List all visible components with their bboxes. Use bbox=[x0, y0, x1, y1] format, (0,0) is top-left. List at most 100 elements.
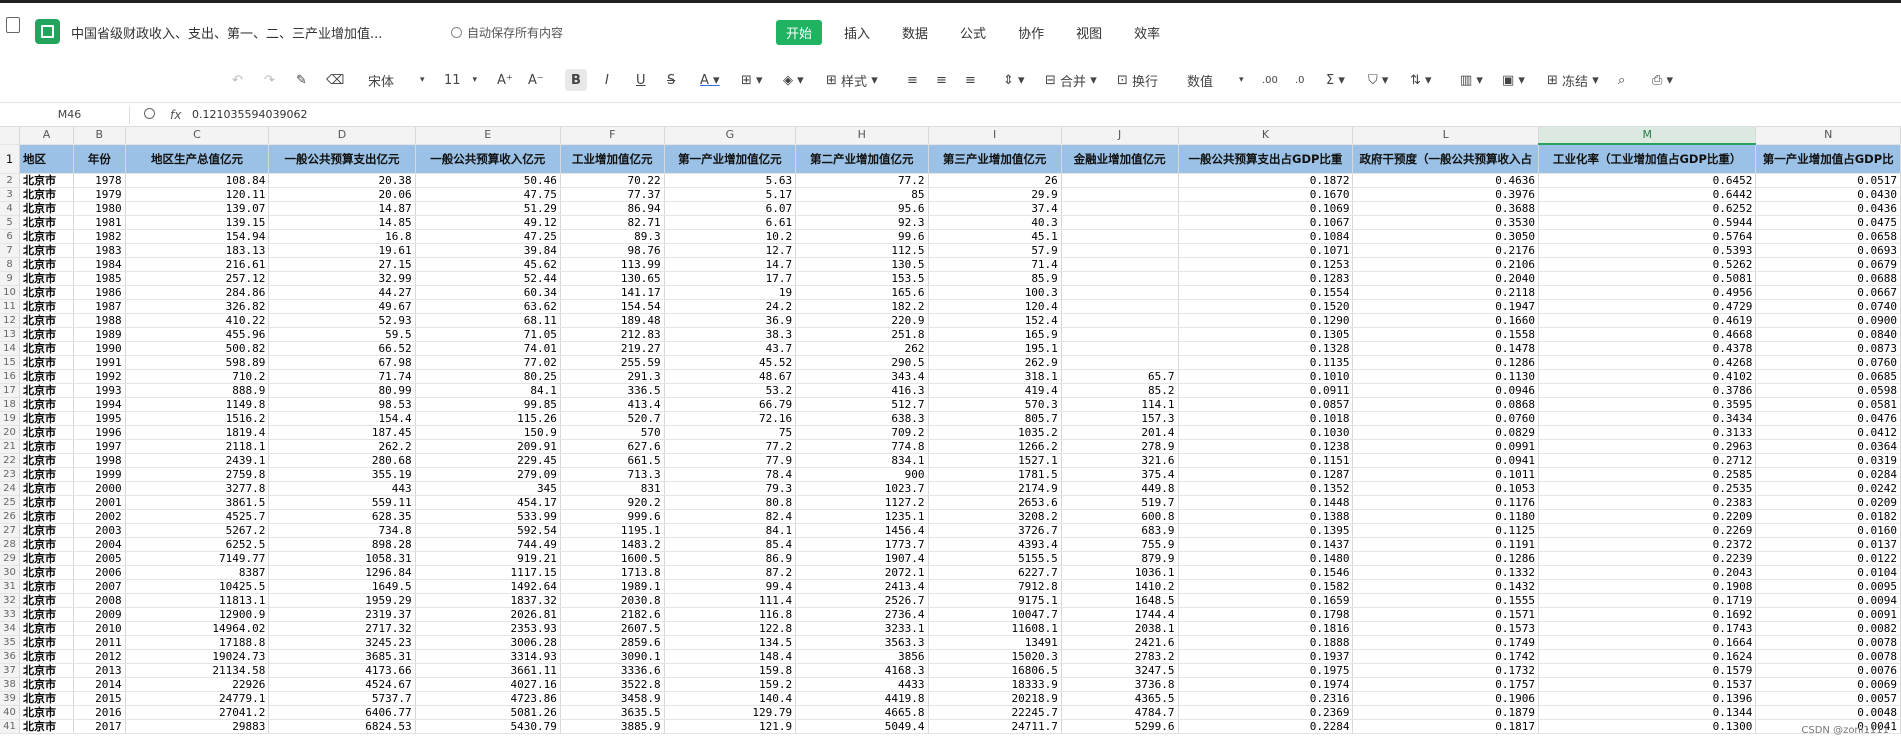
table-cell[interactable]: 6252.5 bbox=[125, 537, 270, 552]
table-cell[interactable]: 2182.6 bbox=[560, 607, 665, 622]
wrap-button[interactable]: ⊡ 换行 bbox=[1117, 69, 1158, 91]
table-cell[interactable]: 67.98 bbox=[268, 355, 416, 370]
table-cell[interactable]: 592.54 bbox=[415, 523, 561, 538]
table-cell[interactable]: 182.2 bbox=[795, 299, 929, 314]
table-cell[interactable]: 北京市 bbox=[19, 355, 74, 370]
table-cell[interactable] bbox=[1061, 215, 1179, 230]
row-number[interactable]: 8 bbox=[0, 257, 21, 272]
table-cell[interactable]: 0.5262 bbox=[1538, 257, 1757, 272]
table-cell[interactable]: 1195.1 bbox=[560, 523, 665, 538]
table-cell[interactable]: 0.0104 bbox=[1755, 565, 1901, 580]
table-cell[interactable]: 0.3976 bbox=[1352, 187, 1539, 202]
table-cell[interactable]: 0.1743 bbox=[1538, 621, 1757, 636]
table-cell[interactable]: 27041.2 bbox=[125, 705, 270, 720]
image-icon[interactable]: ▣ ▾ bbox=[1502, 69, 1525, 91]
table-cell[interactable]: 0.0078 bbox=[1755, 649, 1901, 664]
header-cell[interactable]: 第三产业增加值亿元 bbox=[928, 144, 1062, 174]
table-cell[interactable]: 92.3 bbox=[795, 215, 929, 230]
row-number[interactable]: 14 bbox=[0, 341, 21, 356]
table-cell[interactable]: 4524.67 bbox=[268, 677, 416, 692]
table-cell[interactable]: 11608.1 bbox=[928, 621, 1062, 636]
sort-icon[interactable]: ⇅ ▾ bbox=[1410, 69, 1432, 91]
row-number[interactable]: 16 bbox=[0, 369, 21, 384]
table-cell[interactable]: 北京市 bbox=[19, 411, 74, 426]
table-cell[interactable]: 5737.7 bbox=[268, 691, 416, 706]
table-cell[interactable]: 47.75 bbox=[415, 187, 561, 202]
table-cell[interactable]: 1989 bbox=[73, 327, 126, 342]
table-cell[interactable]: 0.1974 bbox=[1178, 677, 1354, 692]
table-cell[interactable]: 0.1135 bbox=[1178, 355, 1354, 370]
clear-format-icon[interactable]: ⌫ bbox=[326, 69, 344, 91]
table-cell[interactable]: 0.2535 bbox=[1538, 481, 1757, 496]
table-cell[interactable]: 14.7 bbox=[664, 257, 797, 272]
table-cell[interactable]: 0.0685 bbox=[1755, 369, 1901, 384]
table-cell[interactable]: 1127.2 bbox=[795, 495, 929, 510]
table-cell[interactable]: 4723.86 bbox=[415, 691, 561, 706]
table-cell[interactable]: 755.9 bbox=[1061, 537, 1179, 552]
table-cell[interactable]: 51.29 bbox=[415, 201, 561, 216]
table-cell[interactable]: 0.5081 bbox=[1538, 271, 1757, 286]
row-number[interactable]: 19 bbox=[0, 411, 21, 426]
table-cell[interactable]: 66.79 bbox=[664, 397, 797, 412]
table-cell[interactable]: 0.6442 bbox=[1538, 187, 1757, 202]
table-cell[interactable]: 0.5764 bbox=[1538, 229, 1757, 244]
header-cell[interactable]: 第一产业增加值占GDP比 bbox=[1755, 144, 1901, 174]
table-cell[interactable]: 2030.8 bbox=[560, 593, 665, 608]
table-cell[interactable]: 0.2963 bbox=[1538, 439, 1757, 454]
table-cell[interactable]: 0.1742 bbox=[1352, 649, 1539, 664]
table-cell[interactable]: 北京市 bbox=[19, 439, 74, 454]
table-cell[interactable]: 774.8 bbox=[795, 439, 929, 454]
table-cell[interactable]: 37.4 bbox=[928, 201, 1062, 216]
table-cell[interactable]: 0.0069 bbox=[1755, 677, 1901, 692]
table-cell[interactable]: 710.2 bbox=[125, 369, 270, 384]
table-cell[interactable]: 6824.53 bbox=[268, 719, 416, 734]
header-cell[interactable]: 工业增加值亿元 bbox=[560, 144, 665, 174]
table-cell[interactable]: 0.0182 bbox=[1755, 509, 1901, 524]
table-cell[interactable]: 154.94 bbox=[125, 229, 270, 244]
table-cell[interactable]: 0.0946 bbox=[1352, 383, 1539, 398]
table-cell[interactable]: 919.21 bbox=[415, 551, 561, 566]
column-header-b[interactable]: B bbox=[73, 127, 126, 145]
table-cell[interactable]: 44.27 bbox=[268, 285, 416, 300]
table-cell[interactable]: 0.1906 bbox=[1352, 691, 1539, 706]
table-cell[interactable]: 北京市 bbox=[19, 313, 74, 328]
merge-button[interactable]: ⊟ 合并 ▾ bbox=[1045, 69, 1097, 91]
table-cell[interactable]: 北京市 bbox=[19, 565, 74, 580]
table-cell[interactable]: 0.0688 bbox=[1755, 271, 1901, 286]
column-header-j[interactable]: J bbox=[1061, 127, 1179, 145]
table-cell[interactable]: 10047.7 bbox=[928, 607, 1062, 622]
table-cell[interactable]: 1979 bbox=[73, 187, 126, 202]
row-number[interactable]: 7 bbox=[0, 243, 21, 258]
table-cell[interactable]: 北京市 bbox=[19, 481, 74, 496]
table-cell[interactable]: 570 bbox=[560, 425, 665, 440]
table-cell[interactable]: 2736.4 bbox=[795, 607, 929, 622]
table-cell[interactable]: 74.01 bbox=[415, 341, 561, 356]
table-cell[interactable]: 1982 bbox=[73, 229, 126, 244]
table-cell[interactable]: 北京市 bbox=[19, 635, 74, 650]
table-cell[interactable]: 2174.9 bbox=[928, 481, 1062, 496]
column-header-l[interactable]: L bbox=[1352, 127, 1539, 145]
table-cell[interactable]: 北京市 bbox=[19, 243, 74, 258]
table-cell[interactable]: 66.52 bbox=[268, 341, 416, 356]
table-cell[interactable]: 北京市 bbox=[19, 397, 74, 412]
table-cell[interactable]: 0.3595 bbox=[1538, 397, 1757, 412]
table-cell[interactable]: 2006 bbox=[73, 565, 126, 580]
table-cell[interactable]: 4168.3 bbox=[795, 663, 929, 678]
table-cell[interactable]: 280.68 bbox=[268, 453, 416, 468]
table-cell[interactable]: 9175.1 bbox=[928, 593, 1062, 608]
table-cell[interactable]: 89.3 bbox=[560, 229, 665, 244]
table-cell[interactable]: 3856 bbox=[795, 649, 929, 664]
table-cell[interactable] bbox=[1061, 243, 1179, 258]
table-cell[interactable]: 153.5 bbox=[795, 271, 929, 286]
table-cell[interactable]: 3885.9 bbox=[560, 719, 665, 734]
row-number[interactable]: 11 bbox=[0, 299, 21, 314]
table-cell[interactable]: 159.8 bbox=[664, 663, 797, 678]
vertical-align-icon[interactable]: ⇕ ▾ bbox=[1003, 69, 1025, 91]
table-cell[interactable]: 201.4 bbox=[1061, 425, 1179, 440]
table-cell[interactable]: 1117.15 bbox=[415, 565, 561, 580]
table-cell[interactable]: 0.0091 bbox=[1755, 607, 1901, 622]
table-cell[interactable]: 45.62 bbox=[415, 257, 561, 272]
table-cell[interactable]: 0.1432 bbox=[1352, 579, 1539, 594]
table-cell[interactable]: 834.1 bbox=[795, 453, 929, 468]
table-cell[interactable]: 0.1817 bbox=[1352, 719, 1539, 734]
